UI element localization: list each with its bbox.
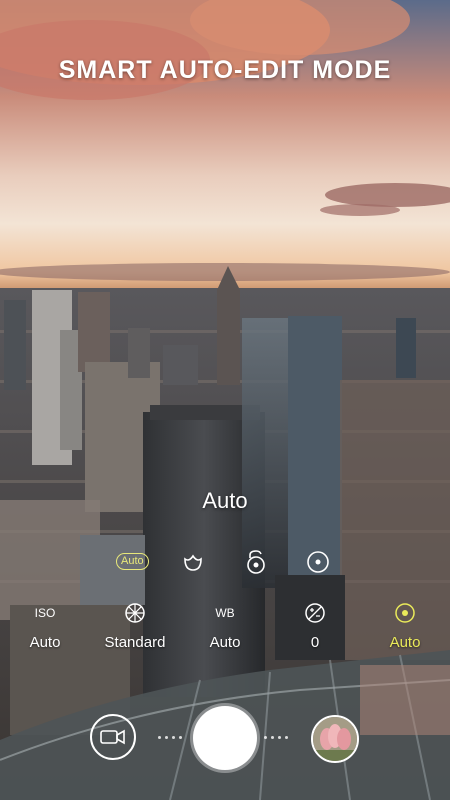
focus-icon xyxy=(395,603,415,623)
city-skyline-preview xyxy=(0,0,450,800)
filter-value: Standard xyxy=(104,634,166,651)
mode-swipe-indicator-left xyxy=(158,736,188,742)
exposure-setting[interactable]: 0 xyxy=(270,600,360,651)
aperture-icon xyxy=(125,603,145,623)
filter-setting[interactable]: Standard xyxy=(90,600,180,651)
mode-swipe-indicator-right xyxy=(264,736,294,742)
manual-settings-bar: ISO Auto Standard WB Auto 0 Auto xyxy=(0,600,450,660)
wb-setting[interactable]: WB Auto xyxy=(180,600,270,651)
flower-icon xyxy=(184,554,202,571)
focus-lock-button[interactable] xyxy=(243,549,269,575)
focus-setting[interactable]: Auto xyxy=(360,600,450,651)
focus-value: Auto xyxy=(389,634,421,651)
current-mode-label: Auto xyxy=(202,488,248,513)
exposure-value: 0 xyxy=(310,634,320,651)
video-camera-icon xyxy=(100,729,125,745)
iso-label: ISO xyxy=(34,606,56,620)
camera-viewfinder[interactable] xyxy=(0,0,450,800)
target-icon xyxy=(307,551,329,573)
iso-value: Auto xyxy=(29,634,61,651)
lock-icon xyxy=(247,550,265,574)
auto-scene-badge[interactable]: Auto xyxy=(116,553,149,570)
gallery-thumbnail[interactable] xyxy=(311,715,359,763)
gallery-preview-image xyxy=(313,717,357,761)
mode-banner-title: SMART AUTO-EDIT MODE xyxy=(58,56,392,84)
metering-button[interactable] xyxy=(305,549,331,575)
iso-setting[interactable]: ISO Auto xyxy=(0,600,90,651)
video-record-button[interactable] xyxy=(90,714,136,760)
exposure-icon xyxy=(305,603,325,623)
wb-label: WB xyxy=(215,606,235,620)
wb-value: Auto xyxy=(209,634,241,651)
shutter-button[interactable] xyxy=(193,706,257,770)
beauty-flower-icon[interactable] xyxy=(180,549,206,575)
